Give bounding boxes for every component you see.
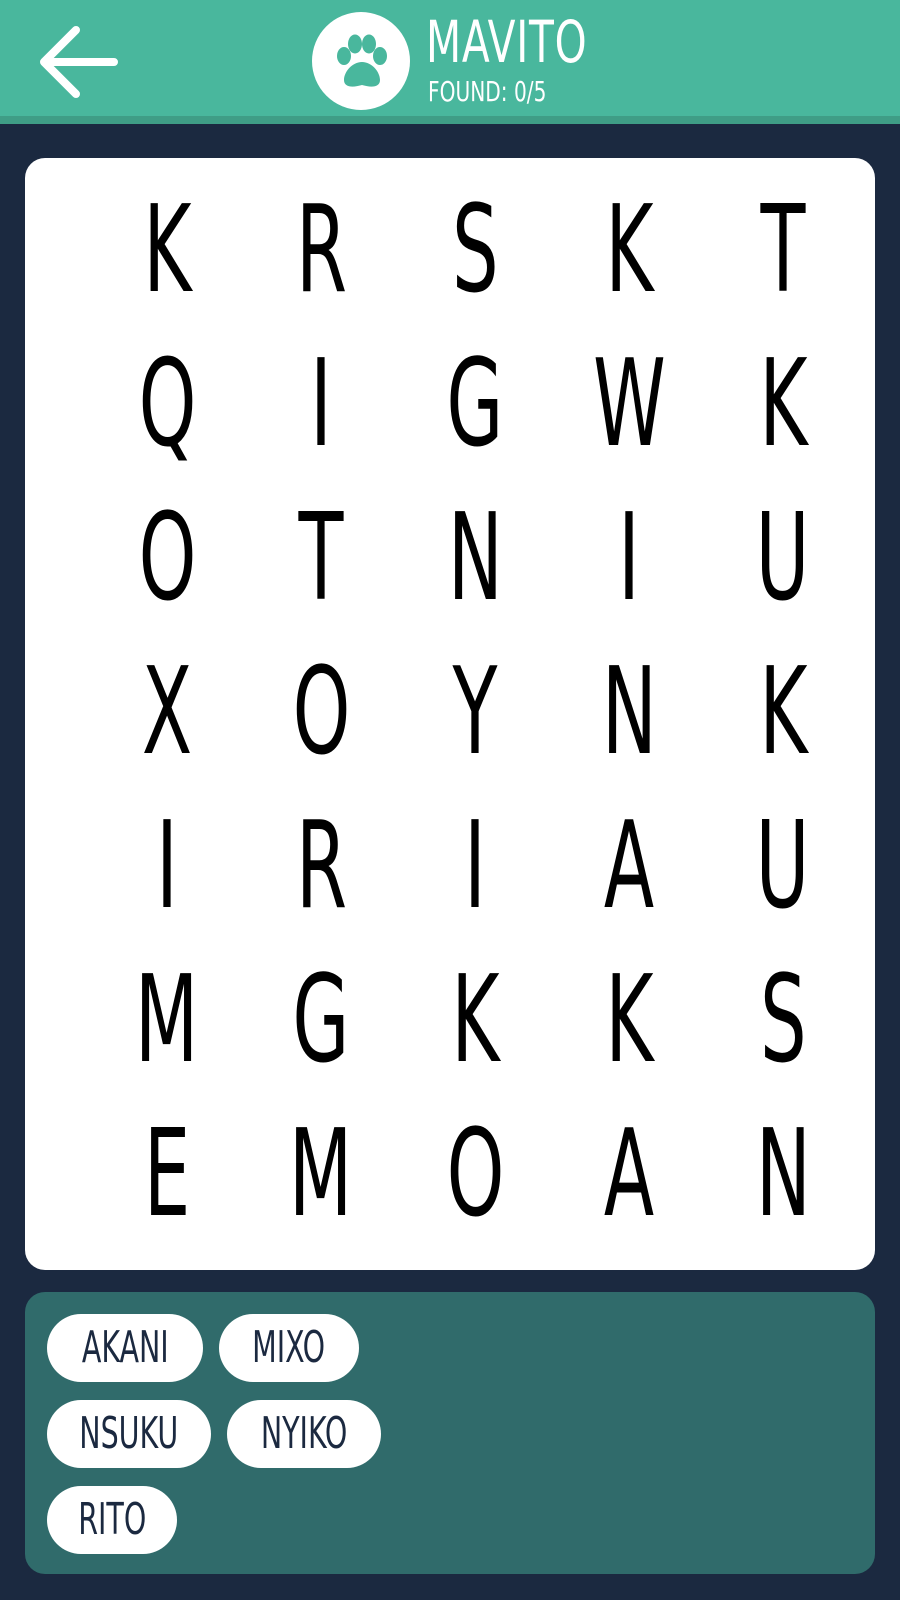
letter: M <box>135 951 199 1090</box>
word-label: NYIKO <box>260 1408 348 1459</box>
word-list-panel: AKANI MIXO NSUKU NYIKO RITO <box>25 1292 875 1574</box>
letter: M <box>289 1105 353 1244</box>
letter: T <box>298 489 344 628</box>
letter-cell[interactable]: O <box>398 1098 552 1252</box>
letter: I <box>464 797 486 936</box>
letter: T <box>760 181 806 320</box>
letter: U <box>756 489 810 628</box>
letter-cell[interactable]: N <box>552 636 706 790</box>
letter-cell[interactable]: K <box>552 174 706 328</box>
letter-cell[interactable]: K <box>706 328 860 482</box>
letter-cell[interactable]: X <box>90 636 244 790</box>
letter-cell[interactable]: E <box>90 1098 244 1252</box>
letter-cell[interactable]: R <box>244 174 398 328</box>
letter: I <box>310 335 332 474</box>
letter: K <box>758 335 808 474</box>
letter-cell[interactable]: G <box>398 328 552 482</box>
letter-cell[interactable]: N <box>706 1098 860 1252</box>
letter-cell[interactable]: T <box>706 174 860 328</box>
letter-cell[interactable]: M <box>244 1098 398 1252</box>
letter: G <box>446 335 504 474</box>
word-chip[interactable]: MIXO <box>219 1314 359 1382</box>
letter-cell[interactable]: I <box>552 482 706 636</box>
word-chip[interactable]: NYIKO <box>227 1400 381 1468</box>
letter: I <box>156 797 178 936</box>
letter: Q <box>138 335 196 474</box>
word-label: RITO <box>77 1494 147 1545</box>
letter-cell[interactable]: O <box>90 482 244 636</box>
letter-grid-board: KRSKTQIGWKOTNIUXOYNKIRIAUMGKKSEMOAN <box>25 158 875 1270</box>
letter-cell[interactable]: A <box>552 1098 706 1252</box>
letter: N <box>601 643 657 782</box>
letter-cell[interactable]: I <box>244 328 398 482</box>
letter-cell[interactable]: K <box>398 944 552 1098</box>
letter-cell[interactable]: U <box>706 790 860 944</box>
letter-cell[interactable]: U <box>706 482 860 636</box>
letter-cell[interactable]: M <box>90 944 244 1098</box>
word-label: AKANI <box>81 1322 169 1373</box>
letter: X <box>141 643 193 782</box>
letter: Y <box>452 643 498 782</box>
word-chip[interactable]: RITO <box>47 1486 177 1554</box>
letter-cell[interactable]: K <box>552 944 706 1098</box>
letter-cell[interactable]: Q <box>90 328 244 482</box>
puzzle-title: MAVITO <box>426 8 588 76</box>
letter: I <box>618 489 640 628</box>
letter: O <box>292 643 350 782</box>
paw-icon <box>337 34 387 87</box>
letter: K <box>758 643 808 782</box>
letter: K <box>604 181 654 320</box>
letter: N <box>447 489 503 628</box>
letter: K <box>604 951 654 1090</box>
word-label: MIXO <box>252 1322 326 1373</box>
found-counter: FOUND: 0/5 <box>428 75 547 108</box>
letter-cell[interactable]: T <box>244 482 398 636</box>
letter-cell[interactable]: K <box>706 636 860 790</box>
letter-cell[interactable]: K <box>90 174 244 328</box>
letter: G <box>292 951 350 1090</box>
letter-cell[interactable]: O <box>244 636 398 790</box>
category-badge <box>312 12 410 110</box>
letter-cell[interactable]: R <box>244 790 398 944</box>
letter-cell[interactable]: I <box>398 790 552 944</box>
letter: W <box>592 335 666 474</box>
letter: U <box>756 797 810 936</box>
letter: K <box>450 951 500 1090</box>
letter: N <box>755 1105 811 1244</box>
letter-cell[interactable]: A <box>552 790 706 944</box>
letter: S <box>451 181 499 320</box>
letter: R <box>295 797 347 936</box>
letter: O <box>138 489 196 628</box>
letter: A <box>603 797 655 936</box>
letter-cell[interactable]: S <box>398 174 552 328</box>
letter-cell[interactable]: Y <box>398 636 552 790</box>
letter-grid[interactable]: KRSKTQIGWKOTNIUXOYNKIRIAUMGKKSEMOAN <box>90 158 860 1270</box>
word-chip[interactable]: AKANI <box>47 1314 203 1382</box>
letter-cell[interactable]: N <box>398 482 552 636</box>
back-button[interactable] <box>36 22 120 106</box>
word-chip[interactable]: NSUKU <box>47 1400 211 1468</box>
letter: R <box>295 181 347 320</box>
letter-cell[interactable]: S <box>706 944 860 1098</box>
letter-cell[interactable]: G <box>244 944 398 1098</box>
arrow-left-icon <box>40 26 118 98</box>
letter: O <box>446 1105 504 1244</box>
letter: E <box>143 1105 191 1244</box>
letter: S <box>759 951 807 1090</box>
letter-cell[interactable]: W <box>552 328 706 482</box>
letter: K <box>142 181 192 320</box>
letter: A <box>603 1105 655 1244</box>
word-label: NSUKU <box>79 1408 179 1459</box>
letter-cell[interactable]: I <box>90 790 244 944</box>
header-bar: MAVITO FOUND: 0/5 <box>0 0 900 124</box>
